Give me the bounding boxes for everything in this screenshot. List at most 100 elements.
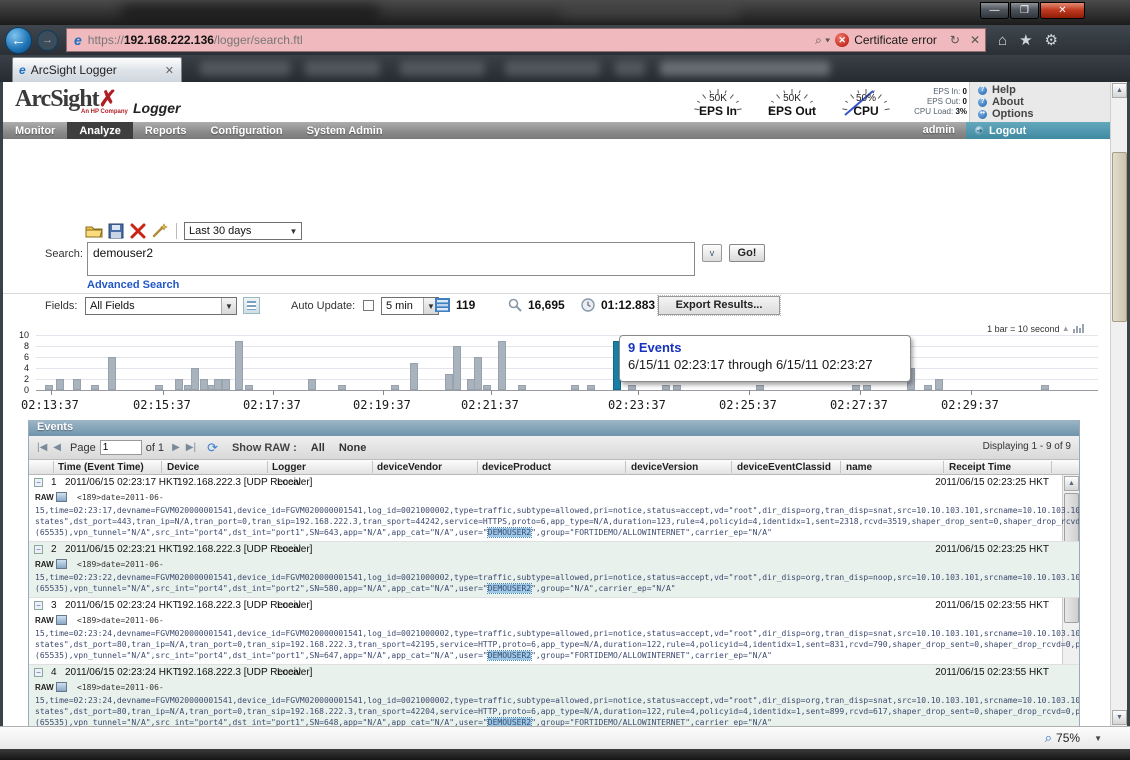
histogram-bar[interactable] (474, 357, 482, 390)
histogram-bar[interactable] (756, 384, 764, 390)
forward-button[interactable]: → (37, 29, 58, 51)
prev-page-icon[interactable]: ◀ (53, 442, 61, 453)
histogram-bar[interactable] (498, 340, 506, 390)
histogram-bar[interactable] (175, 379, 183, 390)
histogram-bar[interactable] (155, 384, 163, 390)
histogram-bar[interactable] (453, 346, 461, 390)
link-options[interactable]: •• Options (978, 108, 1110, 120)
url-text[interactable]: https://192.168.222.136/logger/search.ft… (88, 33, 810, 47)
show-raw-none-link[interactable]: None (339, 442, 367, 454)
tab-arcsight-logger[interactable]: e ArcSight Logger ✕ (12, 57, 182, 82)
histogram-bar[interactable] (73, 379, 81, 390)
fieldset-grid-icon[interactable] (243, 297, 260, 314)
wand-icon[interactable] (151, 223, 169, 239)
column-header-devicevendor[interactable]: deviceVendor (377, 462, 442, 473)
show-raw-all-link[interactable]: All (311, 442, 325, 454)
raw-window-icon[interactable] (56, 682, 67, 692)
histogram-bar[interactable] (235, 340, 243, 390)
advanced-search-link[interactable]: Advanced Search (87, 279, 179, 291)
column-header-device[interactable]: Device (167, 462, 199, 473)
favorites-icon[interactable]: ★ (1019, 31, 1032, 49)
event-row[interactable]: − 2 2011/06/15 02:23:21 HKT 192.168.222.… (29, 542, 1079, 598)
collapse-chart-icon[interactable]: ▴ (1063, 323, 1068, 334)
collapse-row-icon[interactable]: − (34, 668, 43, 677)
page-number-input[interactable] (99, 440, 142, 455)
minimize-button[interactable]: — (980, 2, 1009, 19)
back-button[interactable]: ← (5, 26, 32, 54)
time-range-select[interactable]: Last 30 days ▼ (184, 222, 302, 240)
search-history-dropdown[interactable]: v (702, 244, 722, 262)
logout-button[interactable]: ➜ Logout (966, 122, 1110, 139)
histogram-bar[interactable] (863, 384, 871, 390)
next-page-icon[interactable]: ▶ (172, 442, 180, 453)
go-button[interactable]: Go! (729, 244, 765, 262)
page-scrollbar[interactable]: ▲ ▼ (1110, 82, 1127, 726)
maximize-button[interactable]: ❐ (1010, 2, 1039, 19)
first-page-icon[interactable]: |◀ (37, 442, 47, 453)
interval-select[interactable]: 5 min ▼ (381, 297, 439, 315)
scroll-up-icon[interactable]: ▲ (1112, 83, 1127, 98)
histogram-bar[interactable] (935, 379, 943, 390)
raw-window-icon[interactable] (56, 559, 67, 569)
histogram-bar[interactable] (410, 362, 418, 390)
stop-icon[interactable]: ✕ (970, 33, 980, 47)
histogram-bar[interactable] (518, 384, 526, 390)
export-results-button[interactable]: Export Results... (657, 295, 781, 316)
home-icon[interactable]: ⌂ (998, 32, 1007, 49)
histogram-bar[interactable] (214, 379, 222, 390)
link-help[interactable]: ? Help (978, 84, 1110, 96)
event-row[interactable]: − 3 2011/06/15 02:23:24 HKT 192.168.222.… (29, 598, 1079, 665)
menu-item-system-admin[interactable]: System Admin (295, 122, 395, 139)
column-header-time-event-time-[interactable]: Time (Event Time) (58, 462, 144, 473)
histogram-bar[interactable] (108, 357, 116, 390)
scroll-down-icon[interactable]: ▼ (1112, 710, 1127, 725)
histogram-bar[interactable] (56, 379, 64, 390)
histogram-bar[interactable] (91, 384, 99, 390)
address-bar[interactable]: e https://192.168.222.136/logger/search.… (66, 28, 986, 52)
histogram-bar[interactable] (587, 384, 595, 390)
histogram-bar[interactable] (852, 384, 860, 390)
histogram-bar[interactable] (200, 379, 208, 390)
column-header-receipt-time[interactable]: Receipt Time (949, 462, 1011, 473)
histogram-bar[interactable] (391, 384, 399, 390)
address-search-icon[interactable]: ⌕ ▾ (815, 33, 830, 48)
column-header-name[interactable]: name (846, 462, 872, 473)
link-about[interactable]: ? About (978, 96, 1110, 108)
save-icon[interactable] (107, 223, 125, 239)
close-button[interactable]: ✕ (1040, 2, 1085, 19)
certificate-error-label[interactable]: Certificate error (854, 33, 937, 47)
fields-select[interactable]: All Fields ▼ (85, 297, 237, 315)
menu-item-monitor[interactable]: Monitor (3, 122, 67, 139)
column-header-logger[interactable]: Logger (272, 462, 306, 473)
refresh-icon[interactable]: ↻ (950, 33, 960, 47)
collapse-row-icon[interactable]: − (34, 545, 43, 554)
histogram-bar[interactable] (1041, 384, 1049, 390)
histogram-bar[interactable] (445, 373, 453, 390)
scrollbar-thumb[interactable] (1112, 152, 1127, 322)
histogram-bar[interactable] (483, 384, 491, 390)
histogram-bar[interactable] (662, 384, 670, 390)
column-header-deviceversion[interactable]: deviceVersion (631, 462, 698, 473)
refresh-results-icon[interactable]: ⟳ (207, 440, 218, 456)
tab-close-icon[interactable]: ✕ (165, 64, 174, 77)
zoom-control[interactable]: ⌕ 75% ▼ (1045, 730, 1102, 746)
histogram-bar[interactable] (571, 384, 579, 390)
histogram-bar[interactable] (338, 384, 346, 390)
menu-item-analyze[interactable]: Analyze (67, 122, 133, 139)
certificate-error-icon[interactable]: ✕ (835, 33, 850, 47)
menu-item-configuration[interactable]: Configuration (198, 122, 294, 139)
search-input[interactable]: demouser2 (87, 242, 695, 276)
delete-icon[interactable] (129, 223, 147, 239)
histogram-bar[interactable] (628, 384, 636, 390)
histogram-bar[interactable] (924, 384, 932, 390)
column-header-deviceproduct[interactable]: deviceProduct (482, 462, 551, 473)
open-folder-icon[interactable] (85, 223, 103, 239)
event-row[interactable]: − 4 2011/06/15 02:23:24 HKT 192.168.222.… (29, 665, 1079, 726)
histogram-bar[interactable] (308, 379, 316, 390)
collapse-row-icon[interactable]: − (34, 478, 43, 487)
event-row[interactable]: − 1 2011/06/15 02:23:17 HKT 192.168.222.… (29, 475, 1079, 542)
auto-update-checkbox[interactable] (363, 300, 374, 311)
last-page-icon[interactable]: ▶| (186, 442, 196, 453)
histogram-bar[interactable] (222, 379, 230, 390)
collapse-row-icon[interactable]: − (34, 601, 43, 610)
